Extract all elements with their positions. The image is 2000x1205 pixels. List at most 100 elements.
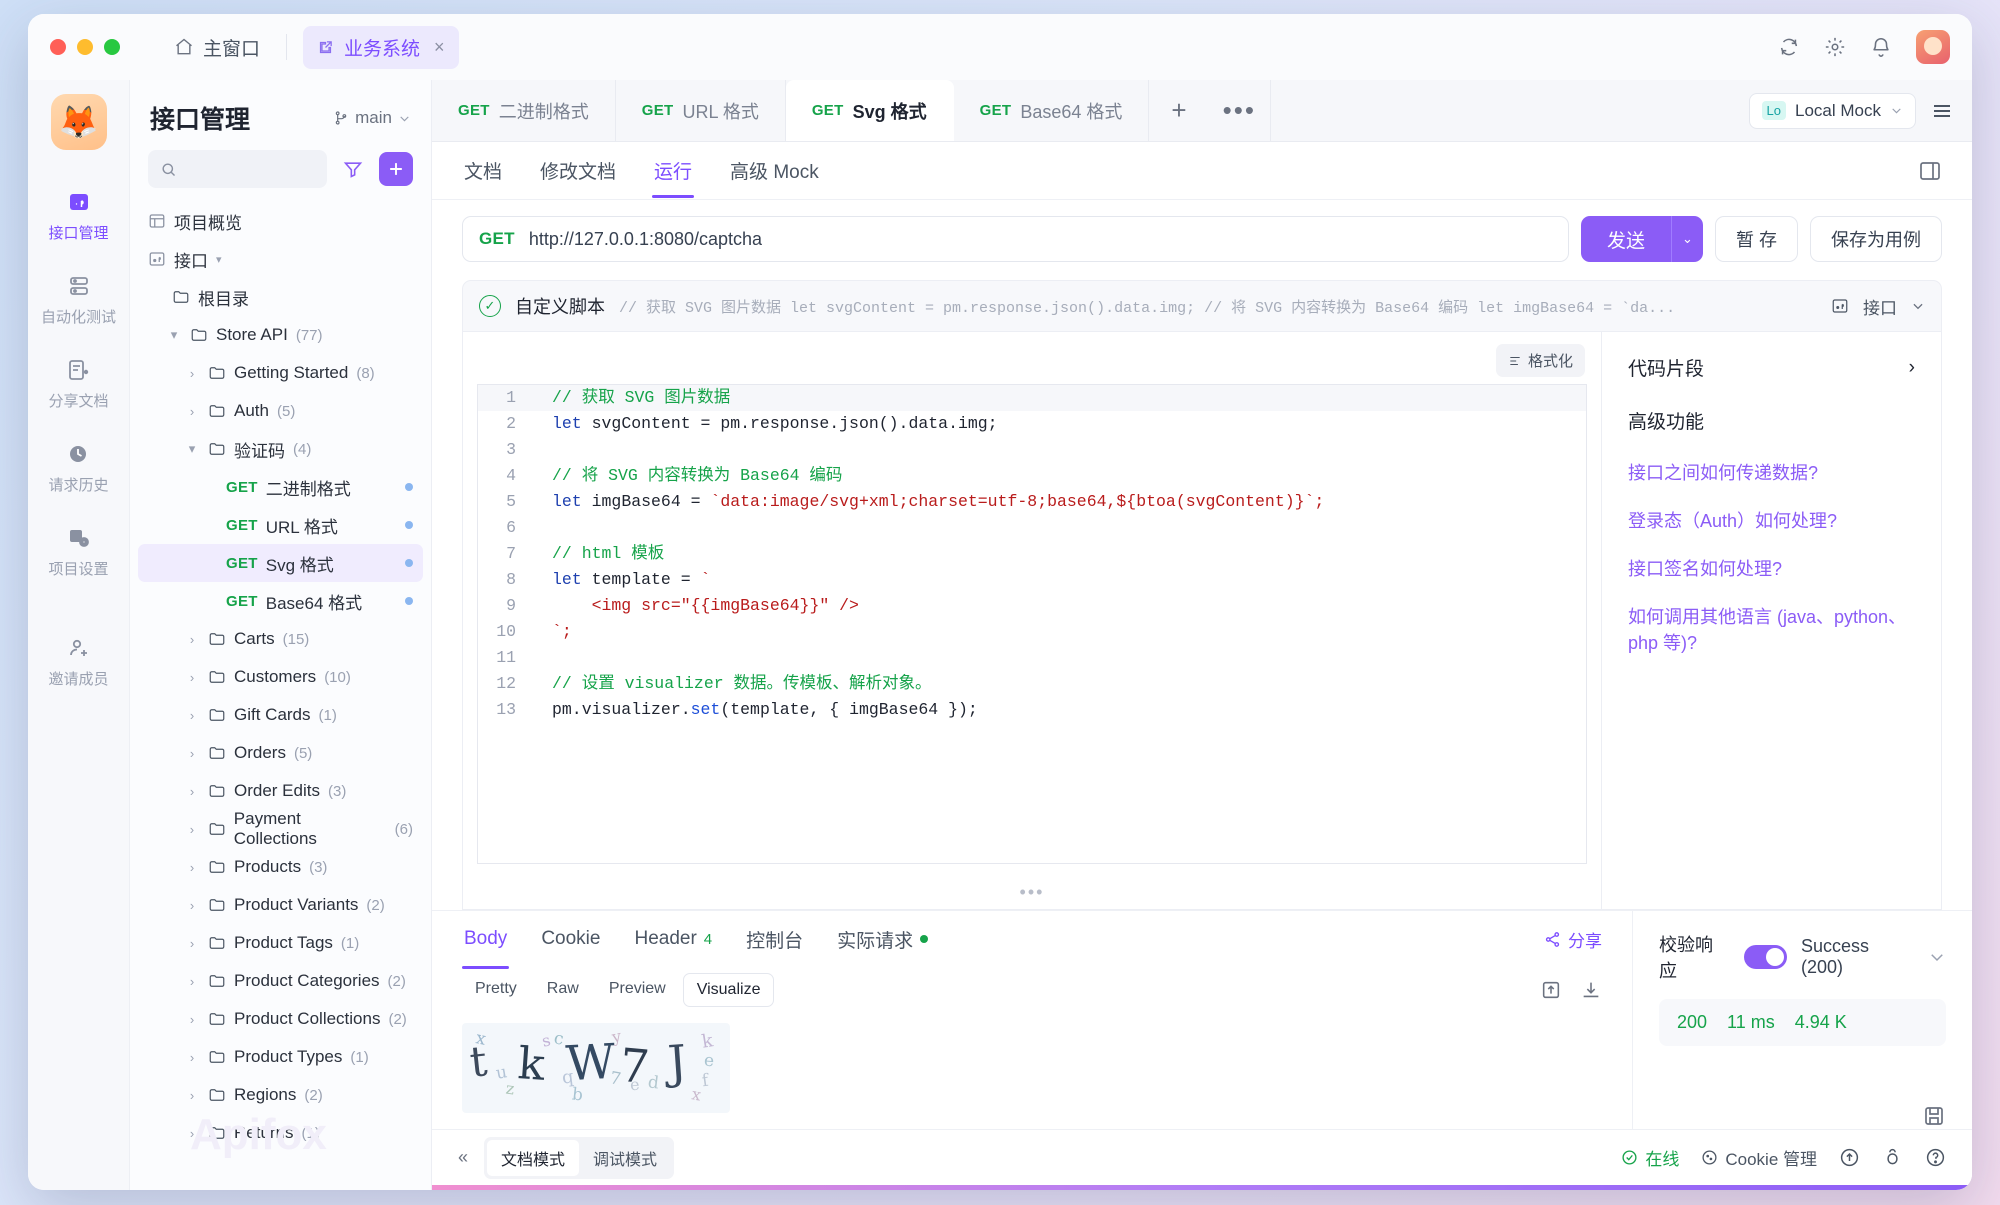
hamburger-menu-icon[interactable] [1930, 99, 1954, 123]
twisty-icon[interactable]: › [184, 1012, 200, 1027]
rail-item-invite-member[interactable]: 邀请成员 [33, 626, 125, 700]
chevron-down-icon[interactable] [1928, 948, 1946, 966]
close-window-button[interactable] [50, 39, 66, 55]
twisty-icon[interactable]: › [184, 366, 200, 381]
rail-item-share-doc[interactable]: 分享文档 [33, 348, 125, 422]
send-button[interactable]: 发送 [1581, 216, 1671, 262]
rail-item-request-history[interactable]: 请求历史 [33, 432, 125, 506]
tree-folder-row[interactable]: ›Auth(5) [138, 392, 423, 430]
twisty-icon[interactable]: › [184, 670, 200, 685]
rail-item-automation-test[interactable]: 自动化测试 [33, 264, 125, 338]
tree-api-row[interactable]: GETURL 格式 [138, 506, 423, 544]
tree-folder-row[interactable]: ›Orders(5) [138, 734, 423, 772]
code-snippets-row[interactable]: 代码片段 › [1628, 354, 1915, 381]
twisty-icon[interactable]: › [184, 632, 200, 647]
twisty-icon[interactable]: › [184, 898, 200, 913]
filter-button[interactable] [336, 152, 370, 186]
sub-tab[interactable]: 运行 [652, 143, 694, 198]
tree-folder-row[interactable]: ›Customers(10) [138, 658, 423, 696]
api-tree[interactable]: 项目概览 接口 ▾ 根目录▾Store API(77)›Getting Star… [130, 202, 431, 1190]
close-tab-icon[interactable]: × [434, 37, 445, 58]
tree-api-row[interactable]: GETSvg 格式 [138, 544, 423, 582]
window-controls[interactable] [50, 39, 120, 55]
tree-folder-row[interactable]: ›Product Tags(1) [138, 924, 423, 962]
tree-api-row[interactable]: GETBase64 格式 [138, 582, 423, 620]
tree-folder-row[interactable]: ›Carts(15) [138, 620, 423, 658]
twisty-icon[interactable]: ▾ [166, 327, 182, 343]
code-editor[interactable]: 1// 获取 SVG 图片数据2let svgContent = pm.resp… [477, 384, 1587, 864]
response-tab[interactable]: 控制台 [744, 910, 805, 969]
avatar[interactable] [1916, 30, 1950, 64]
twisty-icon[interactable]: › [184, 1050, 200, 1065]
tree-folder-row[interactable]: ›Order Edits(3) [138, 772, 423, 810]
tree-folder-row[interactable]: ›Regions(2) [138, 1076, 423, 1114]
api-tab[interactable]: GETBase64 格式 [954, 80, 1150, 141]
twisty-icon[interactable]: › [184, 784, 200, 799]
tree-folder-row[interactable]: ›Product Types(1) [138, 1038, 423, 1076]
maximize-window-button[interactable] [104, 39, 120, 55]
twisty-icon[interactable]: ▾ [184, 441, 200, 457]
tree-folder-row[interactable]: ›Gift Cards(1) [138, 696, 423, 734]
debug-mode-button[interactable]: 调试模式 [579, 1140, 671, 1176]
response-tab[interactable]: Body [462, 910, 509, 969]
stash-button[interactable]: 暂 存 [1715, 216, 1798, 262]
home-tab[interactable]: 主窗口 [164, 28, 270, 67]
help-link[interactable]: 接口之间如何传递数据? [1628, 460, 1915, 486]
sidebar-item-api[interactable]: 接口 ▾ [138, 240, 423, 278]
sub-tab[interactable]: 高级 Mock [728, 143, 821, 198]
sub-tab[interactable]: 修改文档 [538, 143, 618, 198]
expand-body-icon[interactable] [1540, 979, 1562, 1001]
verify-response-toggle[interactable] [1744, 945, 1787, 969]
share-button[interactable]: 分享 [1544, 927, 1602, 952]
help-link[interactable]: 如何调用其他语言 (java、python、php 等)? [1628, 604, 1915, 656]
twisty-icon[interactable]: › [184, 1088, 200, 1103]
twisty-icon[interactable]: › [184, 708, 200, 723]
upload-icon[interactable] [1839, 1147, 1860, 1168]
minimize-window-button[interactable] [77, 39, 93, 55]
bell-icon[interactable] [1870, 36, 1892, 58]
api-tab[interactable]: GETURL 格式 [616, 80, 786, 141]
send-options-caret[interactable]: ⌄ [1671, 216, 1703, 262]
twisty-icon[interactable]: › [184, 974, 200, 989]
response-tab[interactable]: Header4 [632, 910, 714, 969]
body-format-option[interactable]: Raw [534, 973, 592, 1007]
add-button[interactable] [379, 152, 413, 186]
twisty-icon[interactable]: › [184, 860, 200, 875]
mock-environment-selector[interactable]: Lo Local Mock [1749, 93, 1916, 129]
bug-icon[interactable] [1882, 1147, 1903, 1168]
cookie-manager-button[interactable]: Cookie 管理 [1701, 1145, 1817, 1170]
business-system-tab[interactable]: 业务系统 × [303, 26, 459, 69]
tree-folder-row[interactable]: ›Payment Collections(6) [138, 810, 423, 848]
url-input[interactable]: http://127.0.0.1:8080/captcha [529, 229, 762, 250]
rail-item-api-management[interactable]: 接口管理 [33, 180, 125, 254]
response-tab[interactable]: 实际请求 [835, 910, 930, 969]
resize-handle[interactable]: ••• [463, 878, 1601, 909]
help-icon[interactable] [1925, 1147, 1946, 1168]
help-link[interactable]: 登录态（Auth）如何处理? [1628, 508, 1915, 534]
twisty-icon[interactable]: › [184, 1126, 200, 1141]
collapse-panel-button[interactable]: « [458, 1147, 468, 1168]
tree-folder-row[interactable]: 根目录 [138, 278, 423, 316]
tree-folder-row[interactable]: ▾Store API(77) [138, 316, 423, 354]
body-format-option[interactable]: Visualize [683, 973, 775, 1007]
tree-folder-row[interactable]: ›Product Variants(2) [138, 886, 423, 924]
tree-api-row[interactable]: GET二进制格式 [138, 468, 423, 506]
tree-folder-row[interactable]: ›Product Categories(2) [138, 962, 423, 1000]
twisty-icon[interactable]: › [184, 822, 200, 837]
doc-mode-button[interactable]: 文档模式 [487, 1140, 579, 1176]
check-circle-icon[interactable]: ✓ [479, 295, 501, 317]
sub-tab[interactable]: 文档 [462, 143, 504, 198]
body-format-option[interactable]: Preview [596, 973, 679, 1007]
download-body-icon[interactable] [1580, 979, 1602, 1001]
online-status[interactable]: 在线 [1621, 1145, 1679, 1170]
url-bar[interactable]: GET http://127.0.0.1:8080/captcha [462, 216, 1569, 262]
help-link[interactable]: 接口签名如何处理? [1628, 556, 1915, 582]
body-format-option[interactable]: Pretty [462, 973, 530, 1007]
rail-item-project-settings[interactable]: 项目设置 [33, 516, 125, 590]
sync-icon[interactable] [1778, 36, 1800, 58]
format-code-button[interactable]: 格式化 [1496, 344, 1585, 377]
tree-folder-row[interactable]: ▾验证码(4) [138, 430, 423, 468]
tree-folder-row[interactable]: ›Product Collections(2) [138, 1000, 423, 1038]
search-box[interactable] [148, 150, 327, 188]
save-as-case-button[interactable]: 保存为用例 [1810, 216, 1942, 262]
